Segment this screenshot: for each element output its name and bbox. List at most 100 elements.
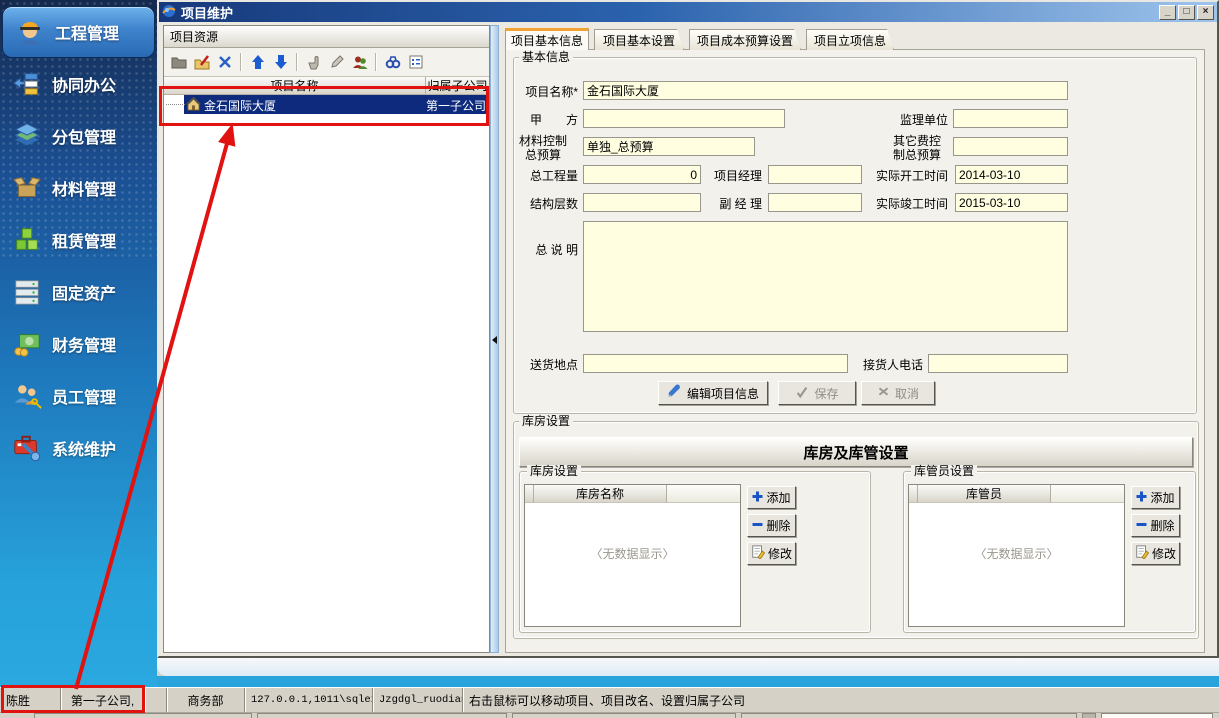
properties-grid-icon[interactable] [405,52,426,73]
summary-field[interactable] [583,221,1068,332]
open-folder-icon[interactable] [168,52,189,73]
move-down-icon[interactable] [270,52,291,73]
column-header-subsidiary[interactable]: 归属子公司 [426,77,489,95]
structure-floors-field[interactable] [583,193,701,212]
keeper-table-header: 库管员 [909,485,1124,503]
sidebar-item-label: 租赁管理 [52,228,116,252]
status-department: 商务部 [166,688,244,712]
cancel-button-label: 取消 [895,385,919,402]
column-header-project-name[interactable]: 项目名称 [164,77,426,95]
window-titlebar: 项目维护 _ □ × [159,2,1217,22]
minus-icon [752,519,763,533]
x-icon [877,385,890,401]
delivery-field[interactable] [583,354,848,373]
status-subsidiary: 第一子公司, [60,688,144,712]
project-name-field[interactable] [583,81,1068,100]
sidebar-item-label: 员工管理 [52,384,116,408]
keeper-table[interactable]: 库管员 〈无数据显示〉 [908,484,1125,627]
supervisor-label: 监理单位 [886,113,948,127]
toolbox-wrench-icon [10,431,44,465]
no-data-text: 〈无数据显示〉 [909,545,1124,562]
tab-cost-budget-settings[interactable]: 项目成本预算设置 [689,29,801,50]
users-icon[interactable] [349,52,370,73]
keeper-add-button[interactable]: 添加 [1131,486,1180,509]
tab-basic-info[interactable]: 项目基本信息 [505,28,589,50]
keeper-modify-button[interactable]: 修改 [1131,542,1180,565]
sidebar-item-finance[interactable]: 财务管理 [0,318,157,370]
delivery-label: 送货地点 [508,358,578,372]
sidebar: 工程管理 协同办公 分包管理 材料管理 租赁管理 固定资产 财务管理 员工管理 [0,0,157,687]
party-a-label: 甲 方 [508,113,578,127]
project-manager-field[interactable] [768,165,862,184]
cancel-button[interactable]: 取消 [861,381,935,405]
sidebar-item-staff[interactable]: 员工管理 [0,370,157,422]
tree-toolbar [164,48,489,77]
plus-icon [1136,491,1147,505]
project-name-cell: 金石国际大厦 [204,97,276,114]
summary-label: 总 说 明 [508,243,578,257]
status-hint: 右击鼠标可以移动项目、项目改名、设置归属子公司 [462,688,1219,712]
sidebar-item-engineering[interactable]: 工程管理 [2,6,155,58]
sidebar-item-fixed-assets[interactable]: 固定资产 [0,266,157,318]
warehouse-name-column-header[interactable]: 库房名称 [534,485,667,503]
move-up-icon[interactable] [247,52,268,73]
bottom-bar-segment [512,713,736,718]
other-budget-field[interactable] [953,137,1068,156]
application-root: 工程管理 协同办公 分包管理 材料管理 租赁管理 固定资产 财务管理 员工管理 [0,0,1219,718]
money-icon [10,327,44,361]
save-button-label: 保存 [814,385,838,402]
warehouse-add-button[interactable]: 添加 [747,486,796,509]
warehouse-left-label: 库房设置 [527,465,581,478]
sidebar-item-leasing[interactable]: 租赁管理 [0,214,157,266]
window-title: 项目维护 [181,3,233,22]
pen-icon [667,384,682,402]
tab-basic-settings[interactable]: 项目基本设置 [594,29,684,50]
material-budget-label: 材料控制 总预算 [508,134,578,162]
pencil-icon[interactable] [326,52,347,73]
edit-project-button[interactable]: 编辑项目信息 [658,381,768,405]
supervisor-field[interactable] [953,109,1068,128]
maximize-button[interactable]: □ [1178,5,1195,20]
sidebar-item-system-maintenance[interactable]: 系统维护 [0,422,157,474]
party-a-field[interactable] [583,109,785,128]
warehouse-table-header: 库房名称 [525,485,740,503]
warehouse-modify-button[interactable]: 修改 [747,542,796,565]
actual-finish-field[interactable] [955,193,1068,212]
panel-splitter[interactable] [490,25,499,653]
sidebar-item-materials[interactable]: 材料管理 [0,162,157,214]
edit-folder-icon[interactable] [191,52,212,73]
minimize-button[interactable]: _ [1159,5,1176,20]
close-button[interactable]: × [1197,5,1214,20]
row-indicator-cell [525,485,534,503]
no-data-text: 〈无数据显示〉 [525,545,740,562]
notepad-pencil-icon [751,545,765,562]
keeper-delete-button[interactable]: 删除 [1131,514,1180,537]
plus-icon [752,491,763,505]
warehouse-delete-button[interactable]: 删除 [747,514,796,537]
material-budget-field[interactable] [583,137,755,156]
deputy-manager-field[interactable] [768,193,862,212]
delete-x-icon[interactable] [214,52,235,73]
binoculars-search-icon[interactable] [382,52,403,73]
tab-project-approval-info[interactable]: 项目立项信息 [806,29,894,50]
project-resource-panel: 项目资源 项目名称 归属子公司 金石国际大厦 第一子公司 [163,25,490,653]
sidebar-item-collab-office[interactable]: 协同办公 [0,58,157,110]
house-icon [186,97,201,115]
sidebar-item-subcontract[interactable]: 分包管理 [0,110,157,162]
toolbar-separator [375,53,377,71]
other-budget-label: 其它费控 制总预算 [886,134,948,162]
open-box-icon [10,171,44,205]
panel-title: 项目资源 [170,28,218,45]
actual-start-field[interactable] [955,165,1068,184]
keeper-column-header[interactable]: 库管员 [918,485,1051,503]
total-quantity-field[interactable] [583,165,701,184]
hand-icon[interactable] [303,52,324,73]
total-quantity-label: 总工程量 [508,169,578,183]
tree-row-project[interactable]: 金石国际大厦 第一子公司 [164,95,489,114]
warehouse-table[interactable]: 库房名称 〈无数据显示〉 [524,484,741,627]
receiver-phone-field[interactable] [928,354,1068,373]
green-cubes-icon [10,223,44,257]
keeper-group-label: 库管员设置 [911,465,977,478]
check-icon [795,385,809,402]
save-button[interactable]: 保存 [778,381,856,405]
